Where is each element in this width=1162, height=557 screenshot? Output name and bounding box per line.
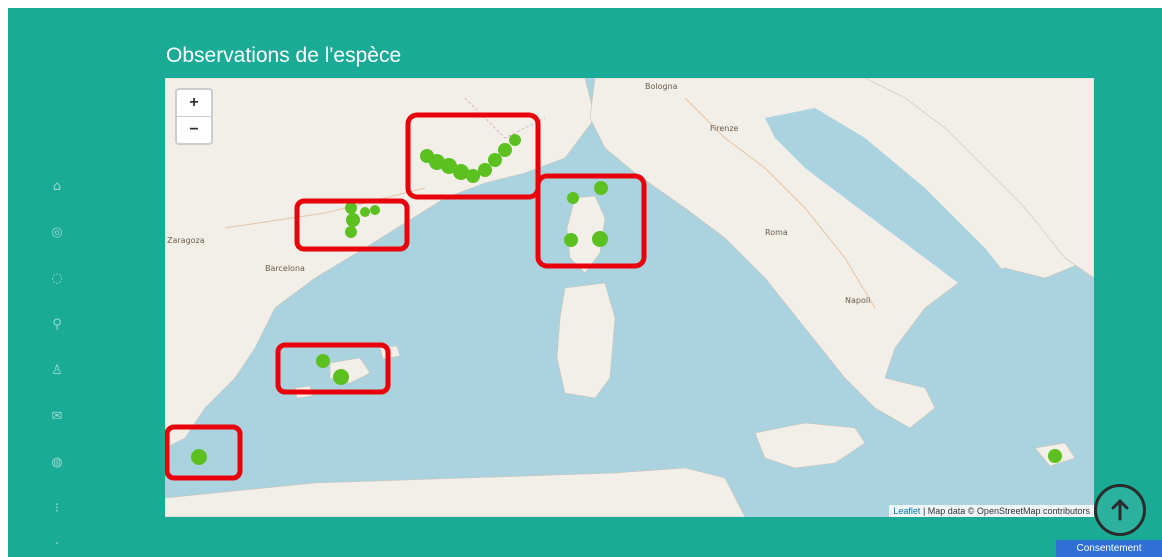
observation-point xyxy=(1048,449,1062,463)
observation-point xyxy=(316,354,330,368)
chart-icon[interactable]: ◍ xyxy=(46,451,68,473)
observation-point xyxy=(564,233,578,247)
place-label: Firenze xyxy=(710,124,739,133)
place-label: Zaragoza xyxy=(167,236,205,245)
section-title: Observations de l'espèce xyxy=(166,44,402,67)
mail-icon[interactable]: ✉ xyxy=(46,405,68,427)
place-label: Roma xyxy=(765,228,788,237)
observation-point xyxy=(360,207,370,217)
place-label: Barcelona xyxy=(265,264,305,273)
place-label: Napoli xyxy=(845,296,871,305)
observation-point xyxy=(592,231,608,247)
observation-point xyxy=(370,205,380,215)
zoom-out-button[interactable]: − xyxy=(177,116,211,143)
consent-button[interactable]: Consentement xyxy=(1056,540,1162,557)
observation-point xyxy=(498,143,512,157)
observation-point xyxy=(478,163,492,177)
zoom-in-button[interactable]: + xyxy=(177,90,211,116)
observation-map[interactable]: Zaragoza Barcelona Bologna Firenze Roma … xyxy=(165,78,1094,517)
observation-point xyxy=(567,192,579,204)
sidebar: ⌂ ◎ ◌ ⚲ ♙ ✉ ◍ ⁝ · xyxy=(40,175,76,555)
scroll-top-button[interactable] xyxy=(1094,484,1146,536)
settings-icon[interactable]: ⁝ xyxy=(46,497,68,519)
observation-point xyxy=(466,169,480,183)
leaflet-link[interactable]: Leaflet xyxy=(893,506,920,516)
land-sardinia xyxy=(556,282,616,399)
search-icon[interactable]: ⚲ xyxy=(46,313,68,335)
info-icon[interactable]: ◎ xyxy=(46,221,68,243)
user-icon[interactable]: ♙ xyxy=(46,359,68,381)
map-attribution: Leaflet | Map data © OpenStreetMap contr… xyxy=(889,505,1094,517)
observation-point xyxy=(345,226,357,238)
place-label: Bologna xyxy=(645,82,678,91)
zoom-control: + − xyxy=(175,88,213,145)
leaf-icon[interactable]: ◌ xyxy=(46,267,68,289)
observation-point xyxy=(346,213,360,227)
observation-point xyxy=(345,202,357,214)
observation-point xyxy=(333,369,349,385)
arrow-up-icon xyxy=(1111,499,1129,521)
observation-point xyxy=(509,134,521,146)
home-icon[interactable]: ⌂ xyxy=(46,175,68,197)
observation-point xyxy=(191,449,207,465)
attribution-text: | Map data © OpenStreetMap contributors xyxy=(922,506,1090,516)
observation-point xyxy=(594,181,608,195)
more-icon[interactable]: · xyxy=(46,533,68,555)
map-tiles xyxy=(165,78,1094,517)
observation-point xyxy=(488,153,502,167)
